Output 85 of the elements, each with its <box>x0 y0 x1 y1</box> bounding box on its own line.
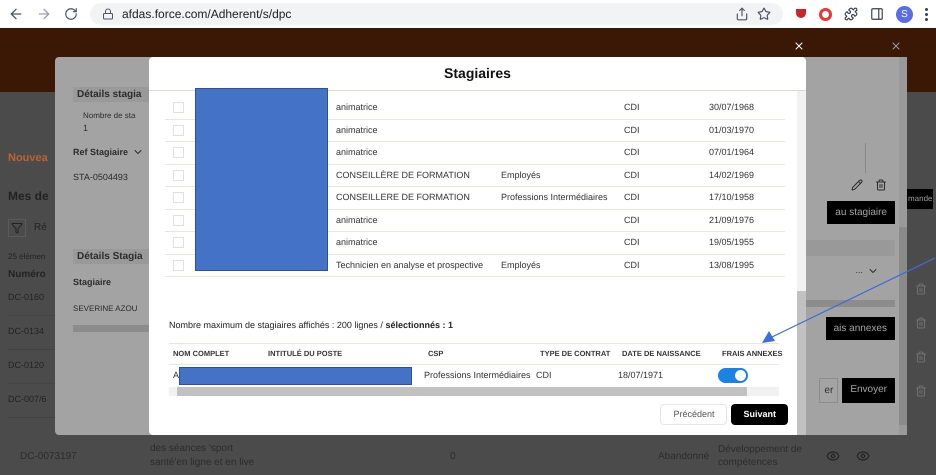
column-dropdown[interactable]: ... <box>855 264 895 278</box>
add-trainee-button[interactable]: au stagiaire <box>827 201 895 224</box>
table-cell-text: CDI <box>536 368 552 382</box>
close-icon[interactable] <box>890 40 902 52</box>
table-cell-text: CONSEILLERE DE FORMATION <box>336 191 471 204</box>
table-cell-text: Professions Intermédiaires <box>424 368 532 382</box>
fees-toggle[interactable] <box>718 368 748 383</box>
vertical-scrollbar[interactable] <box>899 57 907 435</box>
send-button[interactable]: Envoyer <box>842 378 895 402</box>
table-cell-text: 19/05/1955 <box>709 236 754 249</box>
horizontal-scrollbar[interactable] <box>806 300 895 306</box>
table-cell-text: animatrice <box>336 214 379 226</box>
request-button[interactable]: mande <box>907 189 934 209</box>
extensions-icon[interactable] <box>844 7 858 21</box>
section-title: Détails stagia <box>73 87 149 102</box>
field-value: 1 <box>82 122 90 135</box>
table-cell-text: CONSEILLÈRE DE FORMATION <box>336 168 471 182</box>
delete-icon[interactable] <box>875 179 887 191</box>
row-checkbox[interactable] <box>173 214 184 226</box>
bookmark-star-icon[interactable] <box>757 7 771 21</box>
row-checkbox[interactable] <box>173 147 184 158</box>
table-cell-text: 14/02/1969 <box>709 168 754 182</box>
horizontal-scrollbar[interactable] <box>73 325 149 332</box>
previous-button[interactable]: er <box>819 378 838 402</box>
table-cell-text: animatrice <box>336 146 379 159</box>
horizontal-scrollbar[interactable] <box>169 386 779 396</box>
column-header: Ref Stagiaire <box>73 146 128 159</box>
menu-icon[interactable] <box>925 8 928 20</box>
table-cell-text: CDI <box>624 258 640 272</box>
next-button[interactable]: Suivant <box>731 404 788 425</box>
opera-extension-icon[interactable] <box>819 8 832 20</box>
row-checkbox[interactable] <box>173 102 184 114</box>
profile-avatar[interactable]: S <box>896 6 913 22</box>
column-header: Stagiaire <box>73 276 112 289</box>
row-checkbox[interactable] <box>173 260 184 271</box>
reload-icon[interactable] <box>64 7 78 21</box>
view-icon[interactable] <box>826 449 840 463</box>
table-cell-text: Professions Intermédiaires <box>501 191 609 204</box>
shield-extension-icon[interactable] <box>795 8 807 20</box>
table-cell-text: CDI <box>624 124 640 136</box>
field-label: Nombre de sta <box>82 110 136 122</box>
table-cell-text: Employés <box>501 168 542 182</box>
table-cell-text: 18/07/1971 <box>618 368 664 382</box>
previous-button[interactable]: Précédent <box>660 404 728 425</box>
filter-icon <box>11 222 23 234</box>
table-cell-text: CDI <box>624 101 640 114</box>
row-checkbox[interactable] <box>173 124 184 136</box>
table-cell-text: 21/09/1976 <box>709 214 754 226</box>
table-cell-text: 07/01/1964 <box>709 146 754 159</box>
filter-button[interactable] <box>8 218 26 236</box>
table-cell-text: Technicien en analyse et prospective <box>336 258 484 272</box>
table-cell-text: Employés <box>501 258 542 272</box>
section-title: Détails Stagia <box>73 248 149 264</box>
table-cell-text: 30/07/1968 <box>709 101 754 114</box>
row-checkbox[interactable] <box>173 237 184 248</box>
address-bar[interactable]: afdas.force.com/Adherent/s/dpc <box>90 3 783 25</box>
forward-icon[interactable] <box>36 6 52 22</box>
close-icon[interactable] <box>793 40 805 52</box>
lock-icon <box>102 8 114 20</box>
row-checkbox[interactable] <box>173 170 184 181</box>
table-cell-text: CDI <box>624 146 640 159</box>
back-icon[interactable] <box>8 6 24 22</box>
table-cell-text: CDI <box>624 168 640 182</box>
table-cell-text: 13/08/1995 <box>709 258 754 272</box>
table-cell-text: CDI <box>624 191 640 204</box>
table-cell-text: SEVERINE AZOU <box>73 303 138 315</box>
additional-fees-button[interactable]: ais annexes <box>826 316 895 340</box>
edit-icon[interactable] <box>851 179 863 191</box>
table-cell-text: A <box>172 368 180 382</box>
vertical-scrollbar[interactable] <box>797 91 806 435</box>
table-cell-text: STA-0504493 <box>73 171 129 184</box>
table-cell-text: animatrice <box>336 124 379 136</box>
modal-title: Stagiaires <box>444 64 511 83</box>
selection-summary: Nombre maximum de stagiaires affichés : 200 lignes / sélectionnés : 1 <box>169 319 454 332</box>
share-icon[interactable] <box>735 7 749 21</box>
table-cell-text: 01/03/1970 <box>709 124 754 136</box>
preview-icon[interactable] <box>856 449 870 463</box>
table-cell-text: CDI <box>624 236 640 249</box>
side-panel-icon[interactable] <box>870 7 884 21</box>
table-cell-text: animatrice <box>336 101 379 114</box>
table-cell-text: 17/10/1958 <box>709 191 754 204</box>
table-cell-text: CDI <box>624 214 640 226</box>
row-checkbox[interactable] <box>173 192 184 204</box>
table-cell-text: animatrice <box>336 236 379 249</box>
url-text: afdas.force.com/Adherent/s/dpc <box>122 6 292 23</box>
